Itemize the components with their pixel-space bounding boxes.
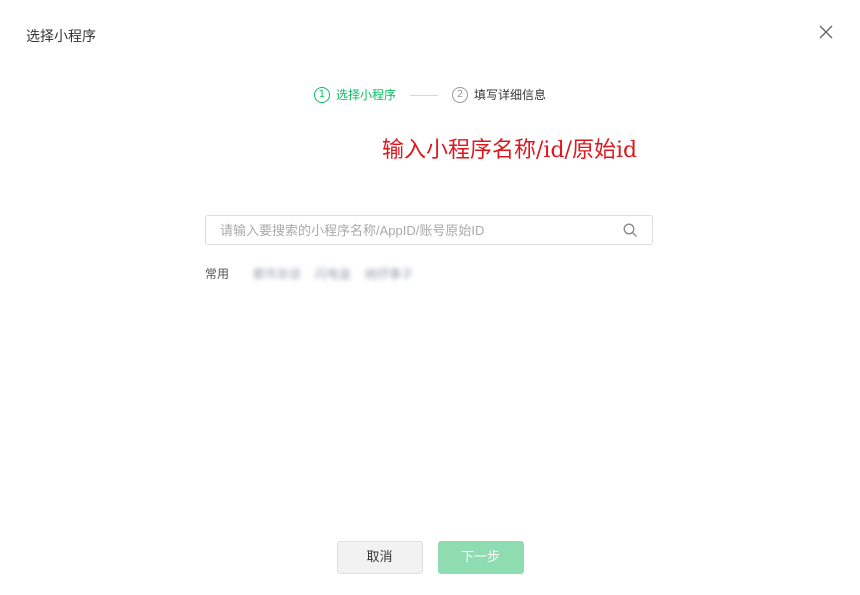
- frequent-item[interactable]: 她抒事子: [365, 265, 413, 283]
- step-2-label: 填写详细信息: [474, 88, 547, 102]
- next-step-button[interactable]: 下一步: [437, 541, 524, 574]
- frequent-label: 常用: [205, 267, 230, 281]
- frequent-item[interactable]: 都市杂谈: [253, 265, 301, 283]
- frequent-list: 常用 都市杂谈 闪电盒 她抒事子: [205, 265, 427, 283]
- dialog-footer: 取消 下一步: [0, 541, 860, 574]
- annotation-text: 输入小程序名称/id/原始id: [382, 138, 638, 163]
- close-icon[interactable]: [818, 24, 834, 40]
- step-separator: [410, 94, 438, 96]
- search-box: [205, 215, 653, 245]
- select-miniprogram-dialog: 选择小程序 1 选择小程序 2 填写详细信息 输入小程序名称/id/原始id 常…: [0, 0, 860, 595]
- step-indicator: 1 选择小程序 2 填写详细信息: [0, 86, 860, 104]
- cancel-button[interactable]: 取消: [336, 541, 423, 574]
- step-1: 1 选择小程序: [313, 86, 396, 104]
- step-1-number: 1: [313, 87, 330, 103]
- dialog-title: 选择小程序: [26, 29, 96, 45]
- step-2: 2 填写详细信息: [452, 86, 546, 104]
- frequent-item[interactable]: 闪电盒: [315, 265, 351, 283]
- search-input[interactable]: [206, 217, 622, 243]
- step-1-label: 选择小程序: [335, 88, 396, 102]
- step-2-number: 2: [452, 87, 468, 103]
- search-icon[interactable]: [622, 222, 638, 238]
